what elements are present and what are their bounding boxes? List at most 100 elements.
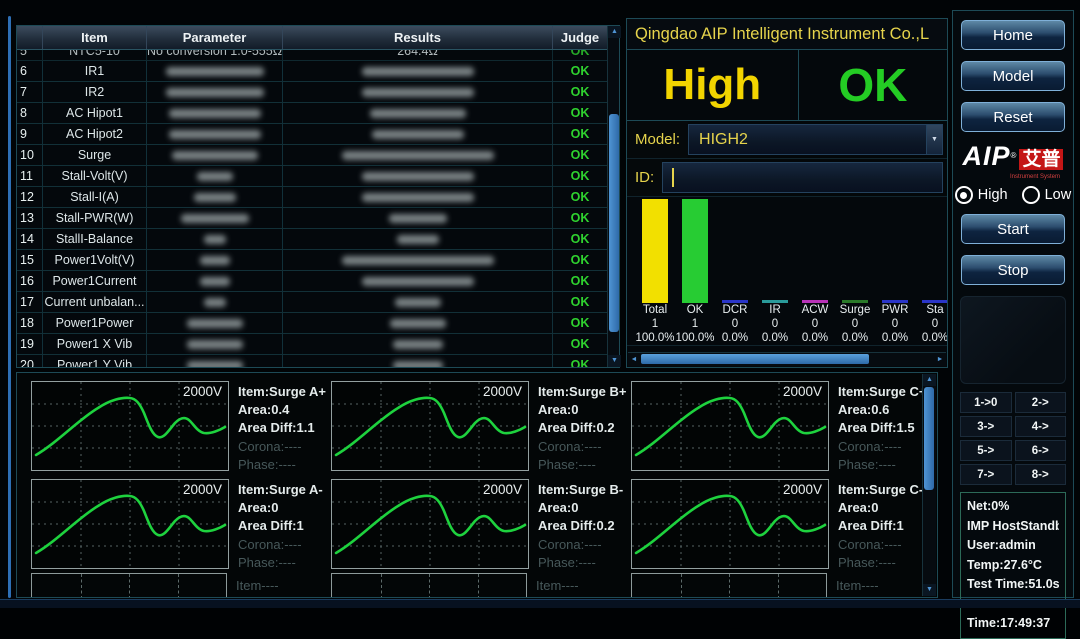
row-item: Stall-I(A) (43, 187, 147, 207)
scroll-right-icon[interactable]: ► (934, 353, 946, 366)
table-row[interactable]: 7 IR2 OK (17, 82, 607, 103)
bar-count: 1 (692, 318, 698, 331)
wave-phase-label: Phase:---- (538, 456, 627, 474)
model-select[interactable]: HIGH2 ▼ (688, 124, 943, 155)
wave-item-label: Item:Surge B+ (538, 383, 627, 401)
row-results (283, 166, 553, 186)
chart-hscrollbar-thumb[interactable] (641, 354, 869, 364)
row-parameter (147, 313, 283, 333)
row-item: Power1Power (43, 313, 147, 333)
stop-button[interactable]: Stop (961, 255, 1065, 285)
radio-low-label: Low (1045, 187, 1072, 203)
redacted-results (342, 151, 494, 160)
redacted-results (362, 277, 474, 286)
partial-item-label: Item---- (536, 577, 579, 598)
volt-label: 2000V (783, 482, 822, 497)
table-row[interactable]: 10 Surge OK (17, 145, 607, 166)
text-caret (672, 168, 674, 187)
waveform-chart: 2000V (31, 381, 229, 471)
row-judge: OK (553, 208, 607, 228)
start-button[interactable]: Start (961, 214, 1065, 244)
table-row[interactable]: 18 Power1Power OK (17, 313, 607, 334)
waveform-scrollbar[interactable]: ▲ ▼ (922, 374, 936, 596)
bar-pct: 0.0% (882, 332, 908, 345)
redacted-results (395, 298, 441, 307)
scroll-up-icon[interactable]: ▲ (923, 374, 936, 386)
io-cell[interactable]: 4-> (1015, 416, 1067, 437)
chart-hscrollbar[interactable]: ◄ ► (628, 352, 946, 366)
bar-pct: 0.0% (802, 332, 828, 345)
verdict-cell: OK (799, 50, 947, 120)
row-parameter (147, 250, 283, 270)
io-cell[interactable]: 5-> (960, 440, 1012, 461)
io-cell[interactable]: 6-> (1015, 440, 1067, 461)
row-judge: OK (553, 313, 607, 333)
bar-column: ACW 0 0.0% (795, 197, 835, 345)
table-row[interactable]: 6 IR1 OK (17, 61, 607, 82)
results-table-panel: Item Parameter Results Judge 5 NTC5-10 N… (16, 25, 620, 368)
model-button[interactable]: Model (961, 61, 1065, 91)
table-row[interactable]: 16 Power1Current OK (17, 271, 607, 292)
table-scrollbar-thumb[interactable] (609, 114, 619, 332)
chevron-down-icon[interactable]: ▼ (926, 125, 942, 154)
home-button[interactable]: Home (961, 20, 1065, 50)
radio-low[interactable]: Low (1022, 186, 1072, 204)
registered-mark-icon: ® (1011, 151, 1017, 160)
row-num: 8 (17, 103, 43, 123)
io-cell[interactable]: 3-> (960, 416, 1012, 437)
radio-high[interactable]: High (955, 186, 1008, 204)
volt-label: 2000V (483, 482, 522, 497)
table-row[interactable]: 20 Power1 Y Vib OK (17, 355, 607, 367)
row-results (283, 61, 553, 81)
row-parameter (147, 82, 283, 102)
wave-area-label: Area:0.6 (838, 401, 927, 419)
io-cell[interactable]: 7-> (960, 464, 1012, 485)
row-results (283, 208, 553, 228)
bar (722, 300, 748, 303)
col-results: Results (283, 26, 553, 49)
partial-item-label: Item---- (236, 577, 279, 598)
table-row[interactable]: 19 Power1 X Vib OK (17, 334, 607, 355)
scroll-up-icon[interactable]: ▲ (608, 26, 621, 38)
table-row[interactable]: 15 Power1Volt(V) OK (17, 250, 607, 271)
bar-count: 0 (772, 318, 778, 331)
scroll-down-icon[interactable]: ▼ (608, 355, 621, 367)
waveform-chart: 2000V (331, 381, 529, 471)
table-row[interactable]: 13 Stall-PWR(W) OK (17, 208, 607, 229)
table-row[interactable]: 14 StallI-Balance OK (17, 229, 607, 250)
aip-logo-subtext: Instrument System (960, 174, 1066, 181)
aip-logo-chinese: 艾普 (1019, 149, 1063, 170)
row-item: Surge (43, 145, 147, 165)
reset-button[interactable]: Reset (961, 102, 1065, 132)
id-input[interactable] (662, 162, 943, 193)
waveform-scrollbar-thumb[interactable] (924, 387, 934, 490)
scroll-down-icon[interactable]: ▼ (923, 584, 936, 596)
io-cell[interactable]: 2-> (1015, 392, 1067, 413)
row-results (283, 334, 553, 354)
bar-column: Total 1 100.0% (635, 197, 675, 345)
volt-label: 2000V (183, 384, 222, 399)
row-parameter (147, 355, 283, 367)
bar-count: 0 (852, 318, 858, 331)
model-row: Model: HIGH2 ▼ (627, 121, 947, 159)
table-row[interactable]: 12 Stall-I(A) OK (17, 187, 607, 208)
redacted-parameter (197, 172, 233, 181)
bar-column: Sta 0 0.0% (915, 197, 947, 345)
volt-label: 2000V (783, 384, 822, 399)
waveform-card: 2000V Item:Surge B+ Area:0 Area Diff:0.2… (331, 381, 631, 475)
row-results (283, 250, 553, 270)
table-row[interactable]: 8 AC Hipot1 OK (17, 103, 607, 124)
table-row[interactable]: 5 NTC5-10 No conversion 1.0-555Ω 264.4Ω … (17, 50, 607, 61)
wave-phase-label: Phase:---- (538, 554, 623, 572)
wave-areadiff-label: Area Diff:1 (238, 517, 323, 535)
table-row[interactable]: 9 AC Hipot2 OK (17, 124, 607, 145)
scroll-left-icon[interactable]: ◄ (628, 353, 640, 366)
io-cell[interactable]: 8-> (1015, 464, 1067, 485)
row-results (283, 103, 553, 123)
table-scrollbar[interactable]: ▲ ▼ (607, 26, 619, 367)
table-row[interactable]: 11 Stall-Volt(V) OK (17, 166, 607, 187)
io-cell[interactable]: 1->0 (960, 392, 1012, 413)
aux-display-panel (960, 296, 1066, 384)
bar-column: DCR 0 0.0% (715, 197, 755, 345)
table-row[interactable]: 17 Current unbalan... OK (17, 292, 607, 313)
